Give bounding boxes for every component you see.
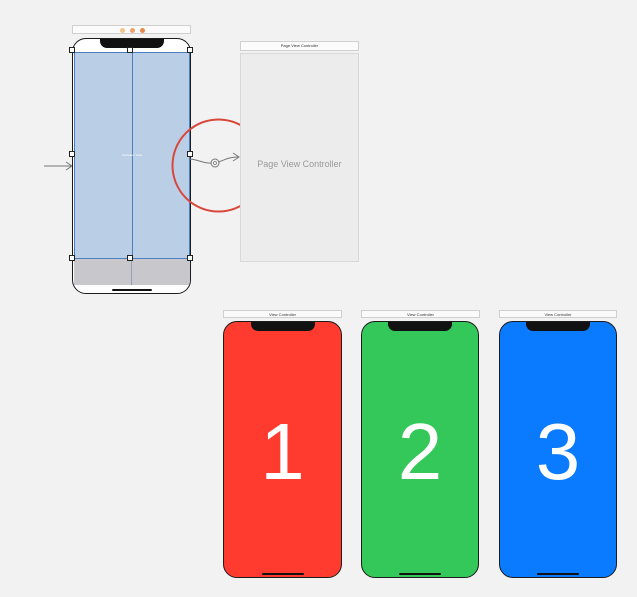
home-indicator xyxy=(261,573,304,575)
view-controller-1-toolbar[interactable]: View Controller xyxy=(223,310,342,318)
resize-handle-top-left[interactable] xyxy=(69,47,75,53)
page-view-controller-toolbar[interactable]: Page View Controller xyxy=(240,41,359,51)
view-controller-3-phone[interactable]: 3 xyxy=(499,321,617,578)
exit-icon[interactable] xyxy=(130,28,135,33)
page-number-label: 2 xyxy=(397,407,443,496)
page-number-label: 1 xyxy=(260,407,305,496)
resize-handle-middle-left[interactable] xyxy=(69,151,75,157)
view-controller-3-toolbar[interactable]: View Controller xyxy=(499,310,617,318)
page-number-label: 3 xyxy=(535,407,581,496)
root-scene-toolbar[interactable] xyxy=(72,25,191,34)
view-controller-3-title: View Controller xyxy=(544,312,572,317)
view-controller-2-phone[interactable]: 2 xyxy=(361,321,479,578)
first-responder-icon[interactable] xyxy=(120,28,125,33)
view-controller-icon[interactable] xyxy=(140,28,145,33)
home-indicator xyxy=(399,573,441,575)
resize-handle-top-center[interactable] xyxy=(127,47,133,53)
page-view-controller-label: Page View Controller xyxy=(257,159,342,169)
resize-handle-bottom-center[interactable] xyxy=(127,255,133,261)
home-indicator xyxy=(111,289,152,291)
initial-scene-arrow[interactable] xyxy=(44,160,74,172)
view-controller-2-toolbar[interactable]: View Controller xyxy=(361,310,480,318)
device-notch xyxy=(526,322,590,331)
resize-handle-top-right[interactable] xyxy=(187,47,193,53)
tab-bar-area xyxy=(74,259,190,285)
page-view-controller-toolbar-title: Page View Controller xyxy=(280,43,319,48)
view-controller-1-title: View Controller xyxy=(268,312,297,317)
device-notch xyxy=(250,322,315,331)
page-view-controller-canvas[interactable]: Page View Controller xyxy=(240,53,359,262)
tab-bar-divider xyxy=(131,259,132,285)
view-controller-1-phone[interactable]: 1 xyxy=(223,321,342,578)
view-controller-2-title: View Controller xyxy=(406,312,435,317)
resize-handle-bottom-right[interactable] xyxy=(187,255,193,261)
device-notch xyxy=(388,322,452,331)
resize-handle-bottom-left[interactable] xyxy=(69,255,75,261)
home-indicator xyxy=(537,573,579,575)
